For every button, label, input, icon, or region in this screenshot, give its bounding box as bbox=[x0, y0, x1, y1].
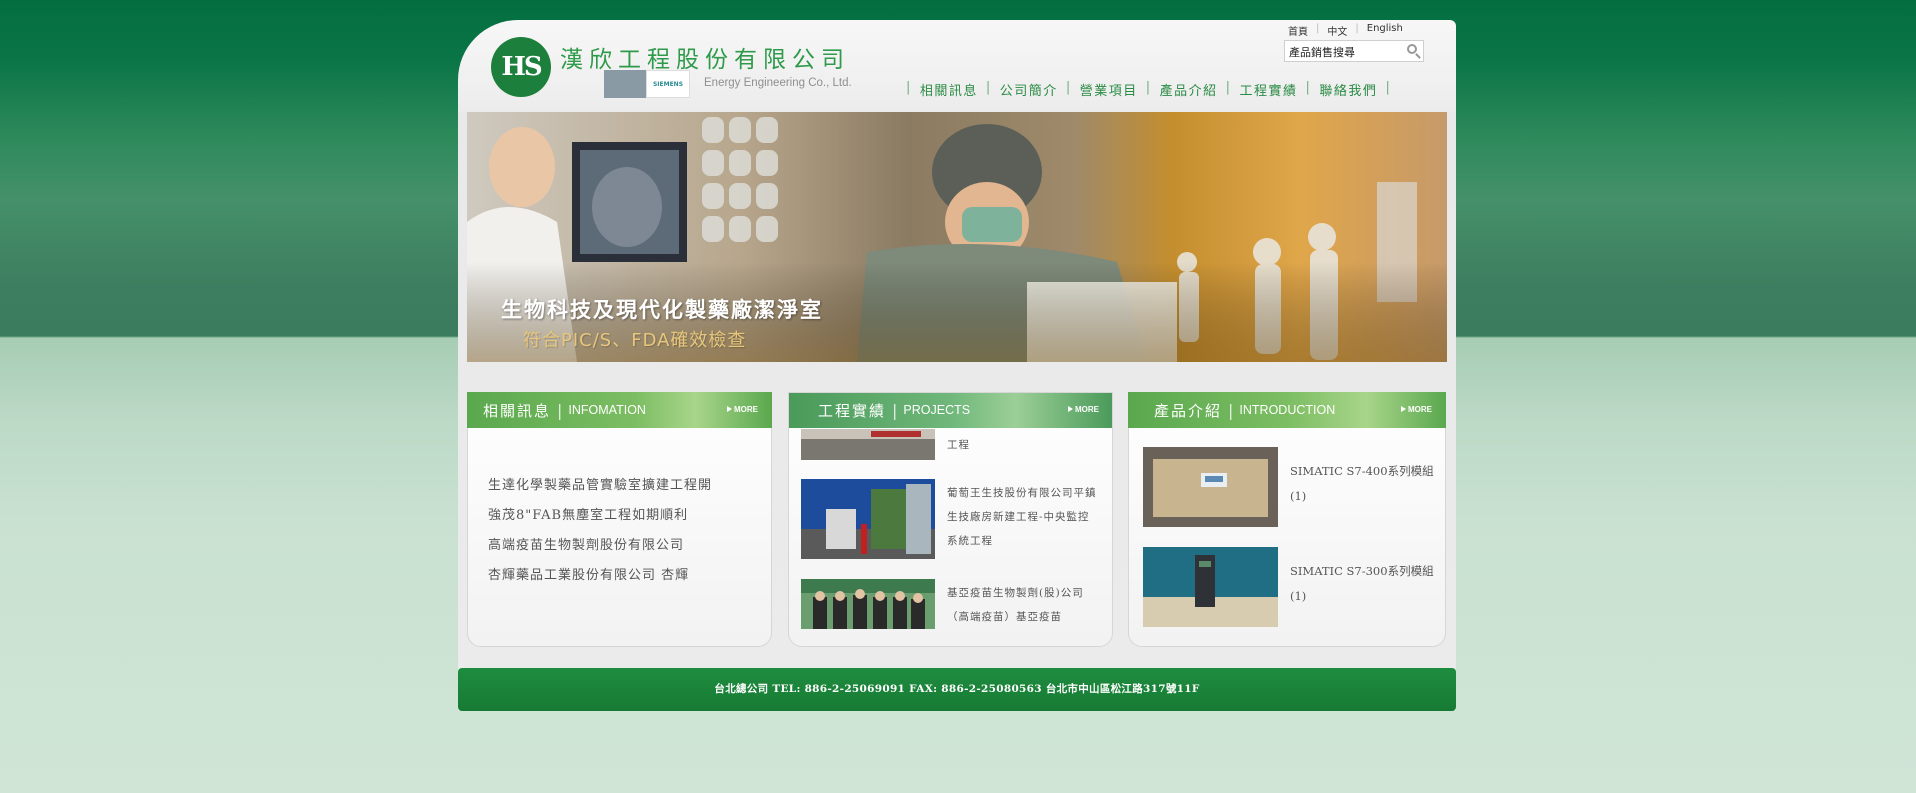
nav-item-projects[interactable]: 工程實績 bbox=[1240, 80, 1298, 99]
projects-panel-title: 工程實績 bbox=[818, 401, 887, 420]
project-title: 基亞疫苗生物製劑(股)公司（高端疫苗）基亞疫苗 bbox=[947, 587, 1084, 623]
company-name-en: Energy Engineering Co., Ltd. bbox=[704, 77, 852, 89]
header-divider: | bbox=[1228, 400, 1234, 420]
more-label: MORE bbox=[1408, 405, 1432, 414]
separator: | bbox=[1355, 23, 1359, 34]
header-divider: | bbox=[557, 400, 563, 420]
nav-separator: | bbox=[1225, 80, 1232, 95]
header-divider: | bbox=[892, 400, 898, 420]
products-panel-header: 產品介紹 | INTRODUCTION MORE bbox=[1128, 392, 1446, 428]
projects-panel-header: 工程實績 | PROJECTS MORE bbox=[789, 393, 1112, 428]
project-title: 葡萄王生技股份有限公司平鎮生技廠房新建工程-中央監控系統工程 bbox=[947, 487, 1097, 547]
top-link-home[interactable]: 首頁 bbox=[1288, 23, 1308, 38]
search-icon[interactable] bbox=[1407, 44, 1417, 54]
product-thumbnail bbox=[1143, 447, 1278, 527]
search-box bbox=[1284, 40, 1424, 62]
more-arrow-icon bbox=[1401, 406, 1406, 412]
info-item[interactable]: 生達化學製藥品管實驗室擴建工程開 bbox=[488, 471, 712, 501]
more-label: MORE bbox=[1075, 405, 1099, 414]
siemens-logo: SIEMENS bbox=[646, 70, 690, 98]
banner-title: 生物科技及現代化製藥廠潔淨室 bbox=[501, 298, 823, 322]
footer-contact-text: 台北總公司 TEL: 886-2-25069091 FAX: 886-2-250… bbox=[714, 683, 1200, 695]
product-thumbnail bbox=[1143, 547, 1278, 627]
info-more-link[interactable]: MORE bbox=[727, 405, 758, 414]
project-title: 工程 bbox=[947, 439, 970, 451]
info-item[interactable]: 高端疫苗生物製劑股份有限公司 bbox=[488, 531, 712, 561]
info-panel: 相關訊息 | INFOMATION MORE 生達化學製藥品管實驗室擴建工程開 … bbox=[467, 392, 772, 647]
projects-panel-title-en: PROJECTS bbox=[903, 403, 971, 417]
top-link-english[interactable]: English bbox=[1367, 23, 1403, 38]
project-thumbnail bbox=[801, 429, 935, 460]
nav-separator: | bbox=[1385, 80, 1392, 95]
partner-logos: SIEMENS bbox=[604, 70, 690, 98]
project-thumbnail bbox=[801, 479, 935, 559]
products-more-link[interactable]: MORE bbox=[1401, 405, 1432, 414]
main-nav: | 相關訊息 | 公司簡介 | 營業項目 | 產品介紹 | 工程實績 | 聯絡我… bbox=[898, 80, 1399, 99]
info-list: 生達化學製藥品管實驗室擴建工程開 強茂8"FAB無塵室工程如期順利 高端疫苗生物… bbox=[488, 471, 712, 591]
products-panel: 產品介紹 | INTRODUCTION MORE SIMATIC S7-400系… bbox=[1128, 392, 1446, 647]
footer: 台北總公司 TEL: 886-2-25069091 FAX: 886-2-250… bbox=[458, 668, 1456, 711]
product-title: SIMATIC S7-400系列模組(1) bbox=[1290, 464, 1434, 503]
nav-separator: | bbox=[1145, 80, 1152, 95]
projects-more-link[interactable]: MORE bbox=[1068, 405, 1099, 414]
header: HS 漢欣工程股份有限公司 SIEMENS Energy Engineering… bbox=[458, 20, 1456, 112]
nav-item-business[interactable]: 營業項目 bbox=[1080, 80, 1138, 99]
more-arrow-icon bbox=[1068, 406, 1073, 412]
nav-separator: | bbox=[1065, 80, 1072, 95]
info-panel-title-en: INFOMATION bbox=[568, 403, 646, 417]
product-title: SIMATIC S7-300系列模組(1) bbox=[1290, 564, 1434, 603]
nav-separator: | bbox=[985, 80, 992, 95]
nav-separator: | bbox=[906, 80, 912, 95]
products-panel-title-en: INTRODUCTION bbox=[1239, 403, 1336, 417]
nav-item-contact[interactable]: 聯絡我們 bbox=[1319, 80, 1377, 99]
top-link-chinese[interactable]: 中文 bbox=[1327, 23, 1347, 38]
more-arrow-icon bbox=[727, 406, 732, 412]
info-item[interactable]: 強茂8"FAB無塵室工程如期順利 bbox=[488, 501, 712, 531]
company-name: 漢欣工程股份有限公司 bbox=[560, 47, 850, 73]
banner-subtitle: 符合PIC/S、FDA確效檢查 bbox=[523, 330, 747, 351]
page-container: HS 漢欣工程股份有限公司 SIEMENS Energy Engineering… bbox=[458, 20, 1456, 711]
company-logo[interactable]: HS bbox=[491, 37, 551, 97]
info-panel-title: 相關訊息 bbox=[483, 401, 552, 420]
info-panel-header: 相關訊息 | INFOMATION MORE bbox=[467, 392, 772, 428]
projects-panel: 工程實績 | PROJECTS MORE 工程 葡萄王生技股份有限公司平鎮生技廠… bbox=[788, 392, 1113, 647]
products-panel-title: 產品介紹 bbox=[1154, 401, 1223, 420]
more-label: MORE bbox=[734, 405, 758, 414]
language-links: 首頁 | 中文 | English bbox=[1288, 23, 1403, 38]
nav-item-about[interactable]: 公司簡介 bbox=[1000, 80, 1058, 99]
hero-banner: 生物科技及現代化製藥廠潔淨室 符合PIC/S、FDA確效檢查 bbox=[467, 112, 1447, 362]
nav-item-news[interactable]: 相關訊息 bbox=[920, 80, 978, 99]
search-input[interactable] bbox=[1285, 42, 1403, 62]
info-item[interactable]: 杏輝藥品工業股份有限公司 杏輝 bbox=[488, 561, 712, 591]
project-thumbnail bbox=[801, 579, 935, 629]
separator: | bbox=[1316, 23, 1320, 34]
partner-logo-a bbox=[604, 70, 646, 98]
banner-image bbox=[467, 112, 1447, 362]
nav-item-products[interactable]: 產品介紹 bbox=[1160, 80, 1218, 99]
nav-separator: | bbox=[1305, 80, 1312, 95]
